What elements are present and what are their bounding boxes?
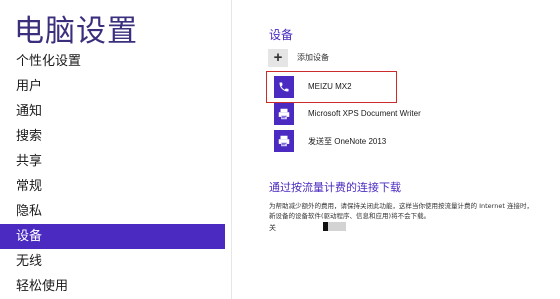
sidebar-item-users[interactable]: 用户 bbox=[0, 74, 225, 99]
sidebar-item-ease-of-access[interactable]: 轻松使用 bbox=[0, 274, 225, 299]
metered-download-toggle[interactable] bbox=[323, 222, 346, 231]
add-device-label[interactable]: 添加设备 bbox=[297, 52, 329, 63]
sidebar-item-search[interactable]: 搜索 bbox=[0, 124, 225, 149]
device-name: 发送至 OneNote 2013 bbox=[308, 137, 387, 146]
add-device-button[interactable]: + bbox=[268, 49, 288, 67]
sidebar-item-share[interactable]: 共享 bbox=[0, 149, 225, 174]
page-title: 电脑设置 bbox=[14, 14, 138, 49]
sidebar-item-personalization[interactable]: 个性化设置 bbox=[0, 49, 225, 74]
metered-download-description: 为帮助减少额外的费用，请保持关闭此功能，这样当你使用按流量计费的 Interne… bbox=[269, 202, 533, 220]
devices-section-title: 设备 bbox=[269, 28, 294, 42]
plus-icon: + bbox=[273, 49, 283, 66]
settings-sidebar: 电脑设置 个性化设置 用户 通知 搜索 共享 常规 隐私 设备 无线 轻松使用 bbox=[0, 0, 232, 299]
toggle-state-label: 关 bbox=[269, 224, 276, 232]
device-name: Microsoft XPS Document Writer bbox=[308, 109, 421, 118]
sidebar-item-notifications[interactable]: 通知 bbox=[0, 99, 225, 124]
sidebar-item-wireless[interactable]: 无线 bbox=[0, 249, 225, 274]
device-name: MEIZU MX2 bbox=[308, 82, 352, 91]
sidebar-item-general[interactable]: 常规 bbox=[0, 174, 225, 199]
sidebar-item-privacy[interactable]: 隐私 bbox=[0, 199, 225, 224]
printer-icon bbox=[274, 130, 294, 152]
devices-panel: 设备 + 添加设备 MEIZU MX2 Microsoft XPS Docume… bbox=[232, 0, 560, 299]
metered-download-title: 通过按流量计费的连接下载 bbox=[269, 181, 401, 194]
phone-icon bbox=[274, 76, 294, 98]
printer-icon bbox=[274, 103, 294, 125]
sidebar-item-devices[interactable]: 设备 bbox=[0, 224, 225, 249]
toggle-knob[interactable] bbox=[323, 222, 328, 231]
